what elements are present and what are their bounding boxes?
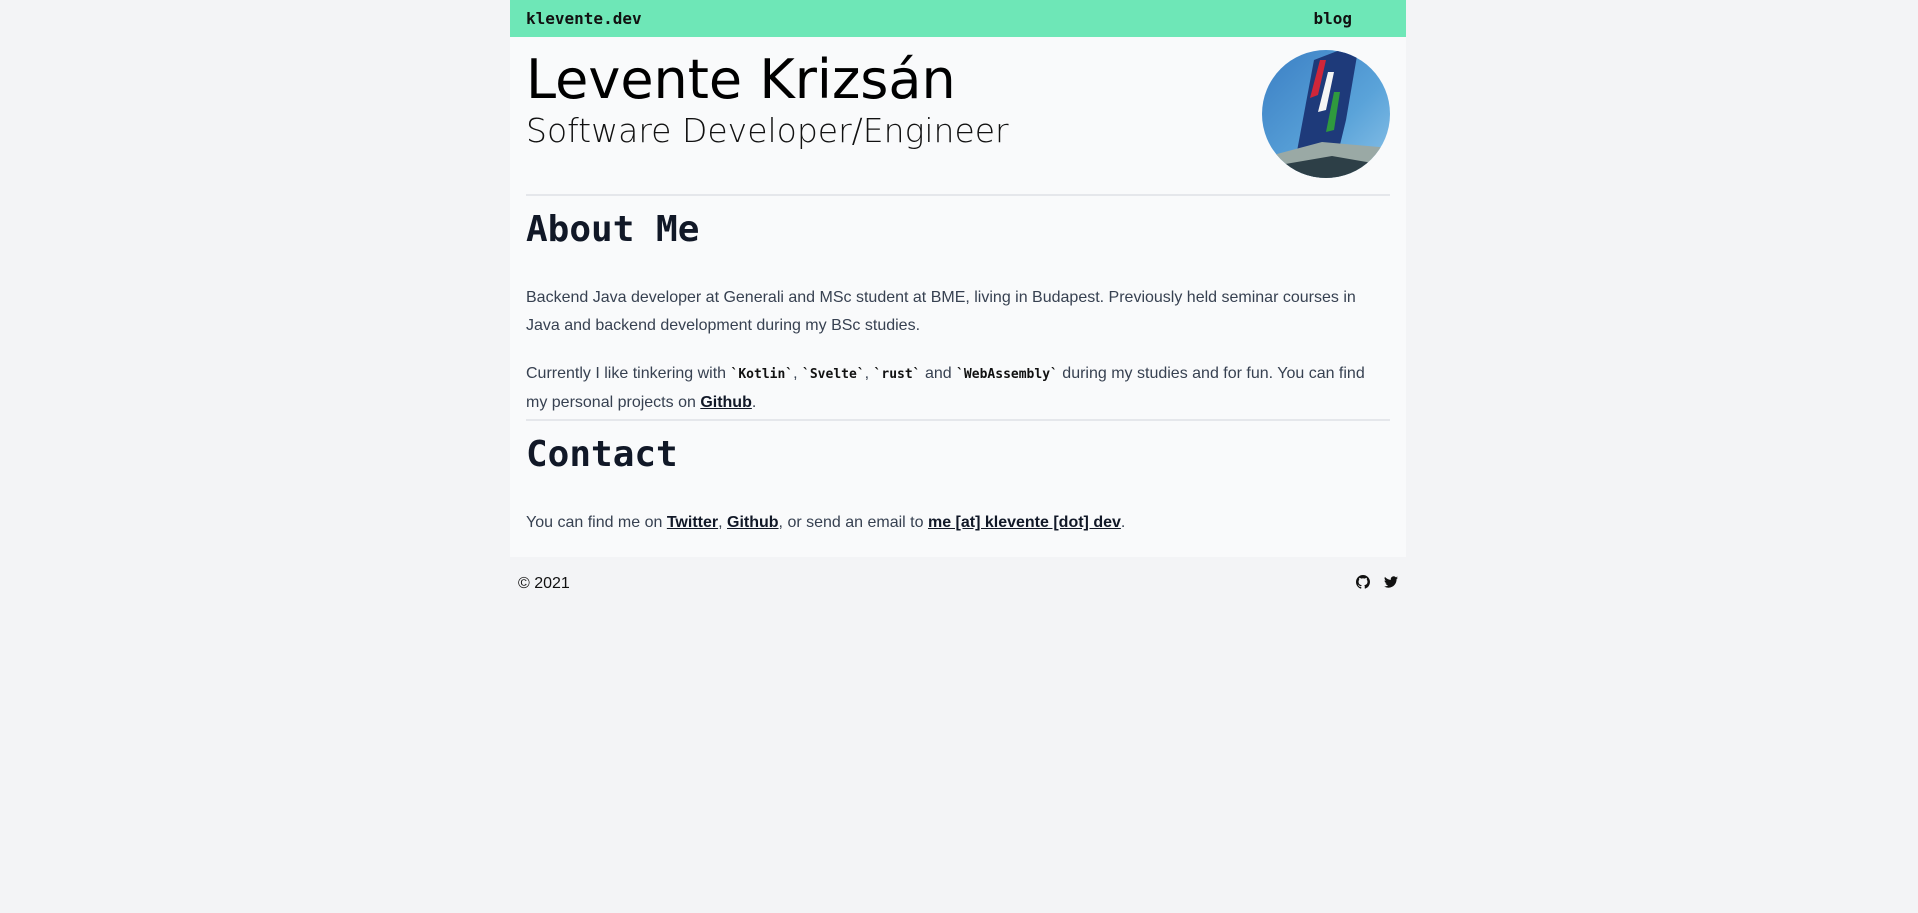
tech-webassembly: `WebAssembly` bbox=[956, 367, 1058, 382]
text-fragment: . bbox=[751, 394, 757, 411]
profile-text: Levente Krizsán Software Developer/Engin… bbox=[526, 49, 1009, 151]
text-fragment: and bbox=[920, 365, 957, 382]
footer: © 2021 bbox=[510, 557, 1406, 593]
avatar-image bbox=[1262, 50, 1390, 178]
section-divider bbox=[526, 419, 1390, 421]
about-paragraph-1: Backend Java developer at Generali and M… bbox=[526, 289, 1356, 334]
twitter-link[interactable]: Twitter bbox=[667, 514, 718, 531]
text-fragment: , bbox=[793, 365, 803, 382]
page-container: klevente.dev blog Levente Krizsán Softwa… bbox=[510, 0, 1406, 593]
moon-icon[interactable] bbox=[1372, 10, 1390, 28]
tech-rust: `rust` bbox=[873, 367, 921, 382]
text-fragment: Currently I like tinkering with bbox=[526, 365, 731, 382]
about-section: About Me Backend Java developer at Gener… bbox=[526, 208, 1390, 417]
contact-paragraph: You can find me on Twitter, Github, or s… bbox=[526, 509, 1390, 537]
email-link[interactable]: me [at] klevente [dot] dev bbox=[928, 514, 1121, 531]
profile-header: Levente Krizsán Software Developer/Engin… bbox=[526, 49, 1390, 196]
main-card: Levente Krizsán Software Developer/Engin… bbox=[510, 37, 1406, 557]
contact-section: Contact You can find me on Twitter, Gith… bbox=[526, 433, 1390, 537]
top-navbar: klevente.dev blog bbox=[510, 0, 1406, 37]
blog-link[interactable]: blog bbox=[1313, 9, 1352, 28]
social-links bbox=[1356, 575, 1398, 589]
site-brand-link[interactable]: klevente.dev bbox=[526, 9, 642, 28]
text-fragment: , or send an email to bbox=[778, 514, 928, 531]
text-fragment: . bbox=[1120, 514, 1126, 531]
text-fragment: You can find me on bbox=[526, 514, 667, 531]
contact-heading: Contact bbox=[526, 434, 678, 475]
text-fragment: , bbox=[718, 514, 727, 531]
top-nav: blog bbox=[1313, 9, 1390, 28]
text-fragment: , bbox=[864, 365, 874, 382]
tech-svelte: `Svelte` bbox=[802, 367, 865, 382]
twitter-icon[interactable] bbox=[1384, 575, 1398, 589]
profile-role: Software Developer/Engineer bbox=[526, 111, 1009, 150]
tech-kotlin: `Kotlin` bbox=[730, 367, 794, 382]
copyright: © 2021 bbox=[518, 575, 570, 592]
profile-name: Levente Krizsán bbox=[526, 48, 956, 111]
contact-github-link[interactable]: Github bbox=[727, 514, 779, 531]
about-paragraph-2: Currently I like tinkering with `Kotlin`… bbox=[526, 360, 1390, 417]
github-icon[interactable] bbox=[1356, 575, 1370, 589]
avatar bbox=[1262, 50, 1390, 178]
github-link[interactable]: Github bbox=[700, 394, 752, 411]
about-heading: About Me bbox=[526, 209, 700, 250]
